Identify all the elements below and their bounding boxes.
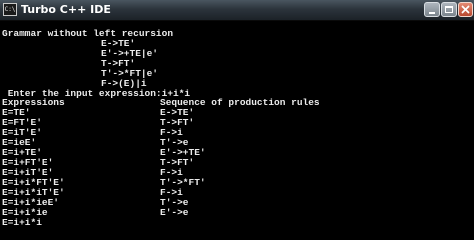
minimize-button[interactable]	[424, 2, 440, 17]
expression-line: E=i+i*i	[2, 217, 42, 228]
close-icon	[461, 5, 470, 14]
grammar-heading: Grammar without left recursion	[2, 28, 174, 39]
minimize-icon	[429, 12, 435, 14]
maximize-icon	[445, 6, 453, 13]
close-button[interactable]	[458, 2, 473, 17]
window-title: Turbo C++ IDE	[21, 3, 111, 16]
title-bar[interactable]: C:\ Turbo C++ IDE	[0, 0, 474, 21]
turbo-cpp-window: C:\ Turbo C++ IDE Grammar without left r…	[0, 0, 474, 240]
console-app-icon[interactable]: C:\	[3, 3, 17, 16]
maximize-button[interactable]	[441, 2, 457, 17]
console-output[interactable]: Grammar without left recursion E->TE' E'…	[0, 21, 474, 240]
production-line: E'->e	[160, 207, 189, 218]
